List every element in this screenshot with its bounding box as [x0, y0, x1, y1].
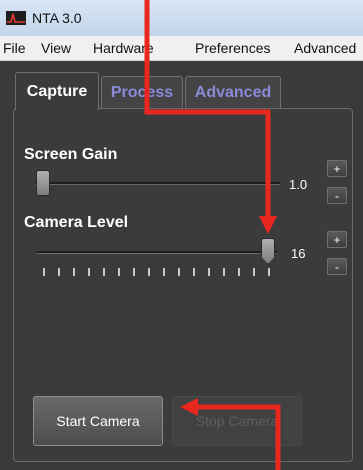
nta-waveform-icon	[6, 11, 26, 25]
camera-level-tick	[178, 268, 180, 276]
tab-capture[interactable]: Capture	[15, 72, 99, 110]
screen-gain-value: 1.0	[289, 177, 308, 192]
camera-level-tick	[148, 268, 150, 276]
camera-level-tick	[208, 268, 210, 276]
screen-gain-decrease-button[interactable]: -	[327, 187, 347, 204]
camera-level-decrease-button[interactable]: -	[327, 258, 347, 275]
camera-level-tick	[238, 268, 240, 276]
camera-level-increase-button[interactable]: +	[327, 231, 347, 248]
camera-level-tick	[223, 268, 225, 276]
screen-gain-track[interactable]	[35, 182, 280, 185]
menu-file[interactable]: File	[3, 40, 26, 56]
camera-level-tick	[118, 268, 120, 276]
menu-preferences[interactable]: Preferences	[195, 40, 270, 56]
screen-gain-increase-button[interactable]: +	[327, 160, 347, 177]
camera-level-tick	[73, 268, 75, 276]
camera-level-track[interactable]	[37, 251, 277, 254]
camera-level-label: Camera Level	[24, 214, 129, 231]
camera-level-tick	[88, 268, 90, 276]
menu-view[interactable]: View	[41, 40, 71, 56]
screen-gain-label: Screen Gain	[24, 146, 118, 163]
tab-process[interactable]: Process	[101, 76, 183, 108]
camera-level-tick	[253, 268, 255, 276]
camera-level-tick	[58, 268, 60, 276]
menu-hardware[interactable]: Hardware	[93, 40, 154, 56]
camera-level-tick	[193, 268, 195, 276]
menu-bar: File View Hardware Preferences Advanced	[0, 36, 363, 61]
stop-camera-button[interactable]: Stop Camera	[172, 396, 302, 446]
camera-level-tick	[103, 268, 105, 276]
title-bar: NTA 3.0	[0, 0, 363, 37]
camera-level-tick	[43, 268, 45, 276]
screen-gain-slider-thumb[interactable]	[36, 170, 50, 196]
camera-level-tick	[133, 268, 135, 276]
camera-level-tick	[268, 268, 270, 276]
camera-level-value: 16	[291, 246, 306, 261]
camera-level-tick	[163, 268, 165, 276]
tab-advanced[interactable]: Advanced	[185, 76, 281, 108]
menu-advanced[interactable]: Advanced	[294, 40, 356, 56]
start-camera-button[interactable]: Start Camera	[33, 396, 163, 446]
window-title: NTA 3.0	[32, 10, 82, 26]
